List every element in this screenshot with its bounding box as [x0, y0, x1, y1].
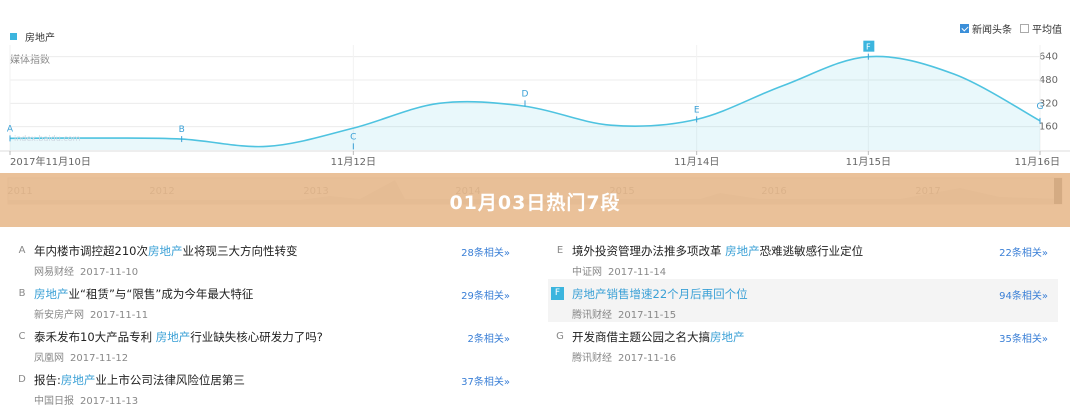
news-source: 新安房产网 — [34, 310, 84, 321]
marker-label: A — [7, 124, 14, 134]
y-tick-label: 640 — [1039, 52, 1058, 63]
title-text: 行业缺失核心研发力了吗? — [190, 330, 323, 344]
news-item-marker: E — [556, 245, 564, 256]
news-column-right: E 境外投资管理办法推多项改革 房地产恐难逃敏感行业定位 中证网 2017-11-14… — [548, 236, 1058, 365]
title-text: 业上市公司法律风险位居第三 — [95, 373, 245, 387]
related-link[interactable]: 35条相关» — [999, 330, 1048, 345]
news-item-marker: F — [551, 287, 564, 300]
news-item-marker: D — [18, 374, 26, 385]
marker-label: G — [1037, 102, 1044, 112]
x-tick-label: 11月14日 — [674, 156, 719, 168]
title-text: 年内楼市调控超210次 — [34, 244, 148, 258]
news-date: 2017-11-12 — [70, 353, 129, 364]
news-column-left: A 年内楼市调控超210次房地产业将现三大方向性转变 网易财经 2017-11-10 2… — [10, 236, 520, 408]
keyword-highlight: 房地产 — [60, 373, 96, 387]
news-date: 2017-11-10 — [80, 267, 139, 278]
title-text: 业“租赁”与“限售”成为今年最大特征 — [68, 287, 254, 301]
news-item-meta: 新安房产网 2017-11-11 — [34, 306, 148, 321]
marker-label: F — [866, 43, 871, 52]
news-item[interactable]: F 房地产销售增速22个月后再回个位 腾讯财经 2017-11-15 94条相关» — [548, 279, 1058, 322]
news-source: 腾讯财经 — [572, 353, 612, 364]
news-item-meta: 腾讯财经 2017-11-16 — [572, 349, 676, 364]
news-item-meta: 腾讯财经 2017-11-15 — [572, 306, 676, 321]
news-item-title[interactable]: 房地产业“租赁”与“限售”成为今年最大特征 — [34, 286, 253, 302]
keyword-highlight: 房地产 — [147, 244, 183, 258]
marker-label: D — [522, 89, 529, 99]
news-source: 腾讯财经 — [572, 310, 612, 321]
news-item-title[interactable]: 年内楼市调控超210次房地产业将现三大方向性转变 — [34, 243, 297, 259]
title-text: 开发商借主题公园之名大搞 — [572, 330, 710, 344]
news-item-meta: 凤凰网 2017-11-12 — [34, 349, 128, 364]
news-item[interactable]: C 泰禾发布10大产品专利 房地产行业缺失核心研发力了吗? 凤凰网 2017-11-1… — [10, 322, 520, 365]
title-text: 境外投资管理办法推多项改革 — [572, 244, 726, 258]
related-link[interactable]: 29条相关» — [461, 287, 510, 302]
news-item-title[interactable]: 泰禾发布10大产品专利 房地产行业缺失核心研发力了吗? — [34, 329, 323, 345]
y-tick-label: 160 — [1039, 122, 1058, 133]
title-text: 业将现三大方向性转变 — [182, 244, 298, 258]
news-item-meta: 网易财经 2017-11-10 — [34, 263, 138, 278]
marker-label: E — [694, 105, 700, 115]
news-date: 2017-11-14 — [608, 267, 667, 278]
news-source: 凤凰网 — [34, 353, 64, 364]
title-text: 房地产销售增速22个月后再回个位 — [572, 287, 748, 301]
news-item-title[interactable]: 境外投资管理办法推多项改革 房地产恐难逃敏感行业定位 — [572, 243, 863, 259]
news-item[interactable]: D 报告:房地产业上市公司法律风险位居第三中国日报 2017-11-13 37条相关» — [10, 365, 520, 408]
news-date: 2017-11-15 — [618, 310, 677, 321]
news-item-marker: A — [18, 245, 26, 256]
related-link[interactable]: 22条相关» — [999, 244, 1048, 259]
news-item[interactable]: G 开发商借主题公园之名大搞房地产腾讯财经 2017-11-16 35条相关» — [548, 322, 1058, 365]
news-source: 网易财经 — [34, 267, 74, 278]
news-item[interactable]: E 境外投资管理办法推多项改革 房地产恐难逃敏感行业定位中证网 2017-11-14… — [548, 236, 1058, 279]
related-link[interactable]: 28条相关» — [461, 244, 510, 259]
title-text: 报告: — [34, 373, 61, 387]
news-item-meta: 中证网 2017-11-14 — [572, 263, 666, 278]
keyword-highlight: 房地产 — [34, 287, 69, 301]
watermark-text: index.baidu.com — [14, 134, 81, 143]
news-item-marker: B — [18, 288, 26, 299]
news-source: 中国日报 — [34, 396, 74, 407]
related-link[interactable]: 37条相关» — [461, 373, 510, 388]
x-tick-label: 2017年11月10日 — [10, 155, 91, 168]
news-item-marker: C — [18, 331, 26, 342]
news-source: 中证网 — [572, 267, 602, 278]
news-item[interactable]: B 房地产业“租赁”与“限售”成为今年最大特征新安房产网 2017-11-11 29条… — [10, 279, 520, 322]
news-date: 2017-11-13 — [80, 396, 139, 407]
news-date: 2017-11-11 — [90, 310, 149, 321]
news-item-title[interactable]: 开发商借主题公园之名大搞房地产 — [572, 329, 745, 345]
keyword-highlight: 房地产 — [725, 244, 760, 258]
news-item-marker: G — [556, 331, 564, 342]
x-tick-label: 11月16日 — [1015, 156, 1060, 168]
overlay-title: 01月03日热门7段 — [449, 192, 621, 214]
title-text: 泰禾发布10大产品专利 — [34, 330, 156, 344]
related-link[interactable]: 94条相关» — [999, 287, 1048, 302]
x-tick-label: 11月12日 — [331, 156, 376, 168]
y-tick-label: 480 — [1039, 75, 1058, 86]
news-item-title[interactable]: 房地产销售增速22个月后再回个位 — [572, 286, 748, 302]
news-item-title[interactable]: 报告:房地产业上市公司法律风险位居第三 — [34, 372, 245, 388]
marker-label: B — [179, 125, 185, 135]
marker-label: C — [350, 132, 356, 142]
x-tick-label: 11月15日 — [846, 156, 891, 168]
title-text: 恐难逃敏感行业定位 — [759, 244, 864, 258]
news-date: 2017-11-16 — [618, 353, 677, 364]
keyword-highlight: 房地产 — [710, 330, 745, 344]
keyword-highlight: 房地产 — [155, 330, 191, 344]
news-item[interactable]: A 年内楼市调控超210次房地产业将现三大方向性转变网易财经 2017-11-10 2… — [10, 236, 520, 279]
related-link[interactable]: 2条相关» — [468, 330, 510, 345]
